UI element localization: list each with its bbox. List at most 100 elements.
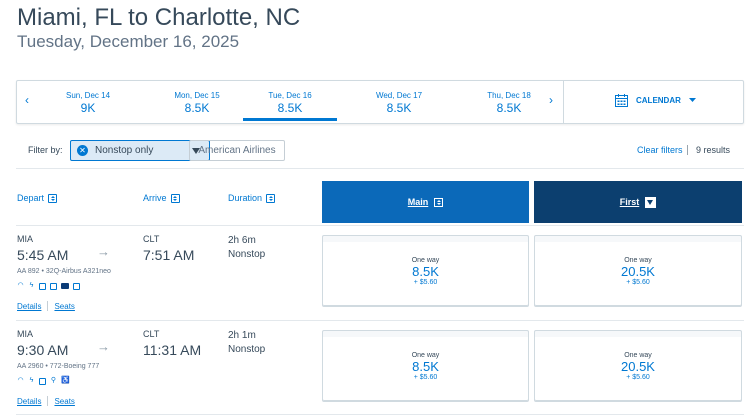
arrive-time: 11:31 AM [143, 342, 202, 358]
date-carousel: ‹ Sun, Dec 14 9K Mon, Dec 15 8.5K Tue, D… [16, 80, 744, 124]
chevron-down-icon [688, 98, 696, 102]
flight-links: Details Seats [17, 396, 75, 406]
sort-icon [434, 197, 444, 207]
date-price: 8.5K [277, 101, 303, 115]
details-link[interactable]: Details [17, 397, 41, 406]
calendar-button[interactable]: CALENDAR [615, 94, 696, 107]
fare-tax: + $5.60 [413, 279, 438, 286]
entertainment-icon [73, 282, 80, 290]
calendar-icon [615, 94, 628, 107]
date-price: 8.5K [184, 101, 210, 115]
fare-points: 20.5K [621, 264, 655, 279]
duration: 2h 1m [228, 330, 256, 341]
arrow-right-icon: → [97, 244, 110, 259]
stops: Nonstop [228, 249, 266, 260]
amenities: ◠ ϟ ⚲ ♿ [17, 377, 70, 385]
depart-time: 5:45 AM [17, 247, 69, 263]
depart-header-label: Depart [17, 193, 45, 203]
fare-points: 20.5K [621, 359, 655, 374]
seats-link[interactable]: Seats [54, 397, 74, 406]
filter-row: Filter by: ✕ Nonstop only American Airli… [28, 140, 748, 162]
fare-points: 8.5K [412, 264, 439, 279]
flight-links: Details Seats [17, 301, 75, 311]
date-price: 8.5K [496, 101, 522, 115]
main-cabin-label: Main [407, 197, 429, 207]
fare-tax: + $5.60 [413, 374, 438, 381]
page-subtitle: Tuesday, December 16, 2025 [17, 32, 240, 51]
amenities: ◠ ϟ [17, 282, 80, 290]
sort-duration-header[interactable]: Duration [228, 193, 276, 203]
arrow-right-icon: → [97, 339, 110, 354]
date-label: Tue, Dec 16 [268, 91, 312, 100]
date-price: 9K [80, 101, 96, 115]
first-fare-button[interactable]: One way 20.5K + $5.60 [534, 330, 742, 402]
flight-info: AA 2960 • 772-Boeing 777 [17, 363, 100, 370]
flight-row: MIA 5:45 AM → CLT 7:51 AM 2h 6m Nonstop … [0, 226, 750, 321]
date-option-tue-dec-16[interactable]: Tue, Dec 16 8.5K [243, 91, 337, 121]
fare-points: 8.5K [412, 359, 439, 374]
date-option-mon-dec-15[interactable]: Mon, Dec 15 8.5K [150, 91, 244, 115]
sort-arrive-header[interactable]: Arrive [143, 193, 180, 203]
date-label: Thu, Dec 18 [487, 91, 531, 100]
main-fare-button[interactable]: One way 8.5K + $5.60 [322, 235, 529, 307]
fare-label: One way [624, 352, 652, 359]
airline-filter-chip[interactable]: American Airlines [189, 140, 285, 161]
duration-header-label: Duration [228, 193, 263, 203]
main-fare-button[interactable]: One way 8.5K + $5.60 [322, 330, 529, 402]
phone-icon [39, 282, 46, 290]
flight-row: MIA 9:30 AM → CLT 11:31 AM 2h 1m Nonstop… [0, 321, 750, 416]
duration-block: 2h 6m Nonstop [228, 234, 265, 262]
meal-icon: ⚲ [50, 377, 57, 384]
calendar-label: CALENDAR [636, 96, 681, 105]
power-icon: ϟ [29, 282, 34, 289]
fare-label: One way [411, 352, 440, 359]
next-dates-arrow[interactable]: › [549, 93, 553, 107]
filter-label: Filter by: [28, 145, 63, 155]
sort-depart-header[interactable]: Depart [17, 193, 58, 203]
date-label: Wed, Dec 17 [375, 91, 423, 100]
fare-label: One way [624, 257, 652, 264]
power-icon: ϟ [29, 377, 34, 384]
date-label: Mon, Dec 15 [174, 91, 220, 100]
wifi-icon: ◠ [17, 282, 24, 289]
fare-tax: + $5.60 [626, 374, 650, 381]
first-fare-button[interactable]: One way 20.5K + $5.60 [534, 235, 742, 307]
results-count: 9 results [696, 145, 731, 155]
date-option-sun-dec-14[interactable]: Sun, Dec 14 9K [41, 91, 135, 115]
divider [16, 414, 744, 415]
fare-tax: + $5.60 [626, 279, 650, 286]
divider [47, 301, 49, 311]
sort-icon [48, 193, 58, 203]
origin-airport: MIA [17, 234, 34, 244]
stops: Nonstop [228, 344, 266, 355]
first-cabin-header[interactable]: First [534, 181, 742, 223]
divider [47, 396, 49, 406]
date-option-wed-dec-17[interactable]: Wed, Dec 17 8.5K [352, 91, 446, 115]
arrive-header-label: Arrive [143, 193, 167, 203]
phone-icon [39, 377, 46, 385]
seat-icon: ♿ [61, 377, 70, 384]
destination-airport: CLT [143, 234, 160, 244]
close-icon[interactable]: ✕ [77, 145, 88, 156]
prev-dates-arrow[interactable]: ‹ [25, 93, 29, 107]
clear-filters-link[interactable]: Clear filters [637, 145, 683, 155]
tablet-icon [50, 282, 57, 290]
seats-link[interactable]: Seats [54, 302, 74, 311]
flight-info: AA 892 • 32Q-Airbus A321neo [17, 268, 111, 275]
first-cabin-label: First [619, 197, 640, 207]
page-title: Miami, FL to Charlotte, NC [17, 4, 301, 31]
main-cabin-header[interactable]: Main [322, 181, 529, 223]
chip-label: Nonstop only [95, 145, 154, 156]
divider [563, 81, 564, 123]
destination-airport: CLT [143, 329, 160, 339]
duration: 2h 6m [228, 235, 256, 246]
origin-airport: MIA [17, 329, 34, 339]
date-price: 8.5K [386, 101, 412, 115]
duration-block: 2h 1m Nonstop [228, 329, 265, 357]
divider [687, 145, 688, 155]
details-link[interactable]: Details [17, 302, 41, 311]
chevron-down-icon [645, 196, 657, 208]
tv-icon [61, 283, 69, 289]
fare-label: One way [411, 257, 440, 264]
date-option-thu-dec-18[interactable]: Thu, Dec 18 8.5K [462, 91, 556, 115]
